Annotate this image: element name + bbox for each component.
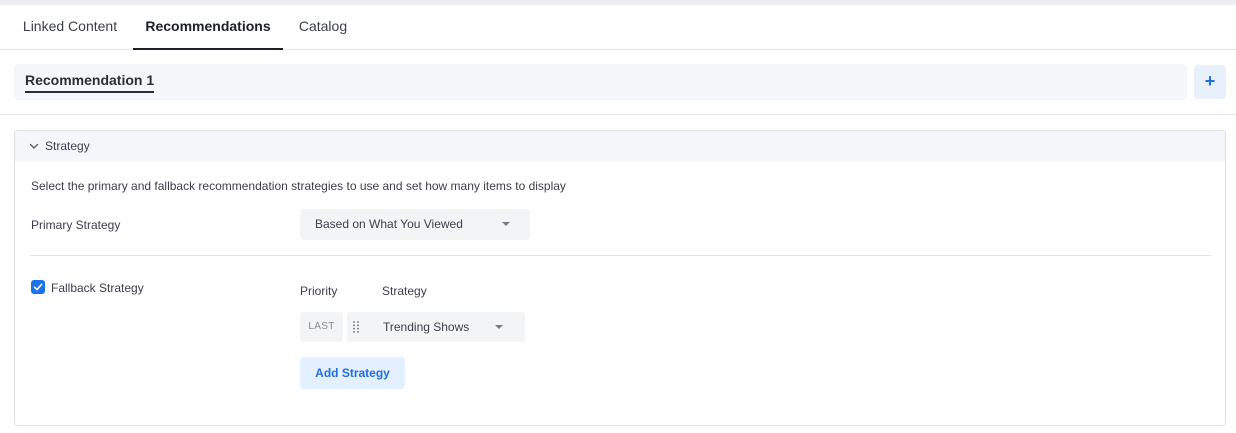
primary-strategy-label: Primary Strategy xyxy=(31,218,121,232)
fallback-strategy-dropdown[interactable]: Trending Shows xyxy=(347,312,525,342)
chevron-down-icon xyxy=(29,143,39,149)
caret-down-icon xyxy=(495,325,503,329)
tab-bar: Linked Content Recommendations Catalog xyxy=(0,5,1236,50)
strategy-divider xyxy=(30,255,1211,256)
add-recommendation-button[interactable]: + xyxy=(1194,65,1226,99)
caret-down-icon xyxy=(502,222,510,226)
tab-linked-content[interactable]: Linked Content xyxy=(21,5,119,50)
fallback-strategy-label: Fallback Strategy xyxy=(51,281,144,295)
primary-strategy-dropdown[interactable]: Based on What You Viewed xyxy=(300,209,530,240)
recommendation-tabs-bar: Recommendation 1 xyxy=(14,64,1187,100)
strategy-panel-title: Strategy xyxy=(45,139,90,153)
fallback-strategy-checkbox[interactable] xyxy=(31,280,45,294)
priority-badge: LAST xyxy=(300,312,343,342)
plus-icon: + xyxy=(1204,71,1216,91)
add-strategy-button[interactable]: Add Strategy xyxy=(300,357,405,389)
drag-handle-icon[interactable] xyxy=(353,321,359,333)
fallback-strategy-value: Trending Shows xyxy=(383,320,470,334)
tab-catalog[interactable]: Catalog xyxy=(298,5,348,50)
strategy-description: Select the primary and fallback recommen… xyxy=(31,179,566,193)
recommendation-tab-1[interactable]: Recommendation 1 xyxy=(25,72,155,93)
primary-strategy-value: Based on What You Viewed xyxy=(315,217,463,231)
strategy-column-header: Strategy xyxy=(382,284,427,298)
strategy-panel-header[interactable]: Strategy xyxy=(15,131,1225,162)
checkmark-icon xyxy=(33,283,43,291)
section-divider xyxy=(0,114,1236,115)
tab-recommendations[interactable]: Recommendations xyxy=(133,5,283,50)
strategy-panel: Strategy Select the primary and fallback… xyxy=(14,130,1226,426)
priority-column-header: Priority xyxy=(300,284,338,298)
